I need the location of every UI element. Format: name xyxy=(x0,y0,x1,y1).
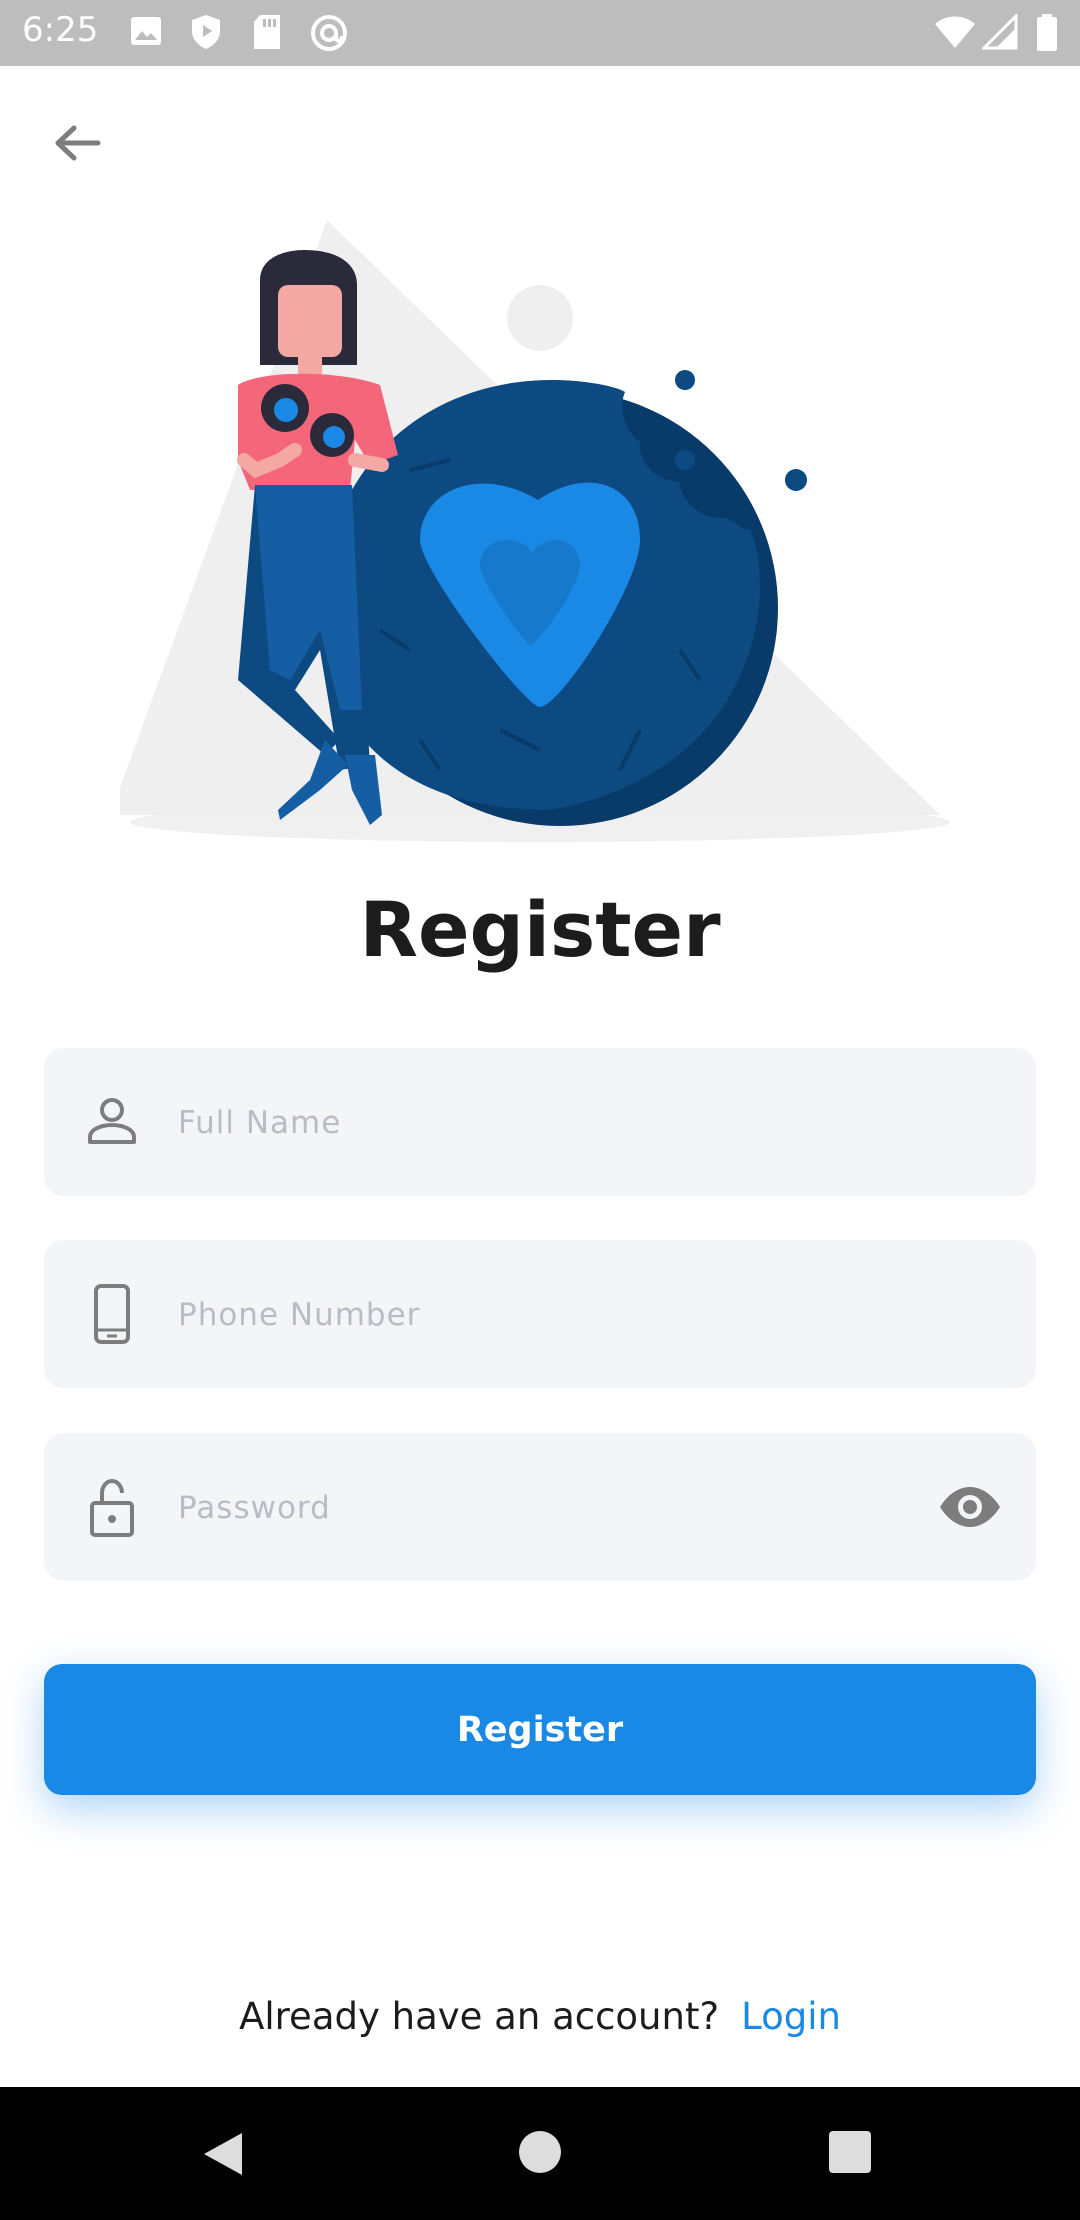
password-input[interactable] xyxy=(176,1433,840,1583)
full-name-field[interactable] xyxy=(44,1048,1036,1198)
nav-recents-icon[interactable] xyxy=(829,2131,871,2173)
at-sign-icon xyxy=(311,15,347,51)
sd-card-icon xyxy=(254,15,280,49)
nav-home-icon[interactable] xyxy=(519,2131,561,2173)
back-button[interactable] xyxy=(44,112,110,178)
page-title: Register xyxy=(359,885,721,974)
register-button[interactable]: Register xyxy=(44,1664,1036,1795)
wifi-icon xyxy=(935,16,975,48)
shield-icon xyxy=(192,15,220,49)
register-illustration xyxy=(120,220,950,842)
full-name-input[interactable] xyxy=(176,1048,960,1198)
person-icon xyxy=(88,1098,136,1144)
phone-number-input[interactable] xyxy=(176,1240,960,1390)
battery-icon xyxy=(1037,14,1057,51)
phone-number-field[interactable] xyxy=(44,1240,1036,1390)
navigation-bar xyxy=(0,2087,1080,2220)
image-icon xyxy=(131,17,161,45)
password-field[interactable] xyxy=(44,1433,1036,1583)
phone-icon xyxy=(94,1284,130,1344)
login-link[interactable]: Login xyxy=(741,1995,841,2038)
eye-icon[interactable] xyxy=(938,1477,1002,1537)
nav-back-icon[interactable] xyxy=(202,2131,246,2177)
status-bar: 6:25 xyxy=(0,0,1080,66)
arrow-left-icon xyxy=(55,125,101,161)
login-prompt: Already have an account? Login xyxy=(0,1995,1080,2038)
signal-icon xyxy=(982,14,1018,50)
status-time: 6:25 xyxy=(22,10,99,50)
login-prompt-text: Already have an account? xyxy=(239,1995,720,2038)
lock-icon xyxy=(90,1478,134,1537)
